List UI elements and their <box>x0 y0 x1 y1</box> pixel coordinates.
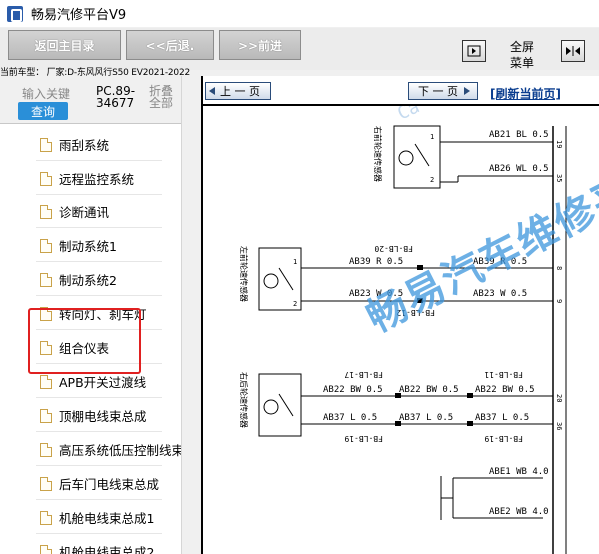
wire-label: AB22 BW 0.5 <box>323 385 383 395</box>
prev-page-button[interactable]: 上 一 页 <box>205 82 271 100</box>
sensor-3-label: 右后轮速传感器 <box>239 372 249 428</box>
list-item-label: 制动系统1 <box>59 239 117 254</box>
fold-line-2: 全部 <box>149 96 174 110</box>
diagram-viewer: 上 一 页 下 一 页 [刷新当前页] 右前轮速传感器 1 2 AB21 BL … <box>201 76 599 554</box>
prev-page-label: 上 一 页 <box>220 85 260 98</box>
wire-label: AB37 L 0.5 <box>399 413 453 423</box>
list-item[interactable]: 机舱电线束总成2 <box>0 535 181 554</box>
pc-code-line-2: 34677 <box>96 96 135 110</box>
connector-label: FB-LB-17 <box>344 370 383 379</box>
wire-label: AB22 BW 0.5 <box>475 385 535 395</box>
document-icon <box>40 171 52 186</box>
prev-arrow-icon <box>209 87 215 95</box>
back-button[interactable]: <<后退. <box>126 30 214 60</box>
sidebar-tab-row: 输入关键 查询 PC.89- 34677 折叠 全部 <box>0 76 181 124</box>
document-icon <box>40 476 52 491</box>
wire-label: ABE1 WB 4.0 <box>489 467 549 477</box>
pin-label: 19 <box>555 140 563 148</box>
fullscreen-label: 全屏 菜单 <box>504 39 540 71</box>
expand-arrows-icon <box>566 46 580 56</box>
document-icon <box>40 204 52 219</box>
watermark-small: Ca <box>394 106 423 125</box>
list-item[interactable]: 顶棚电线束总成 <box>0 399 181 432</box>
list-item-label: 机舱电线束总成1 <box>59 511 155 526</box>
fullscreen-text: 全屏 <box>509 40 534 54</box>
pin-label: 9 <box>555 299 563 303</box>
wire-label: AB37 L 0.5 <box>475 413 529 423</box>
list-item-label: 高压系统低压控制线束 <box>59 443 182 458</box>
pin-label: 36 <box>555 422 563 430</box>
list-item-label: 制动系统2 <box>59 273 117 288</box>
tab-pc-code[interactable]: PC.89- 34677 <box>96 85 135 109</box>
menu-text: 菜单 <box>509 56 534 70</box>
connector-label: FB-LB-19 <box>344 434 383 443</box>
window-title: 畅易汽修平台V9 <box>31 8 127 23</box>
list-item-label: 顶棚电线束总成 <box>59 409 147 424</box>
list-item[interactable]: 雨刮系统 <box>0 128 181 161</box>
forward-button[interactable]: >>前进 <box>219 30 301 60</box>
wire-label: AB22 BW 0.5 <box>399 385 459 395</box>
document-icon <box>40 272 52 287</box>
list-item[interactable]: 机舱电线束总成1 <box>0 501 181 534</box>
sensor-icon <box>263 273 279 289</box>
sensor-2-label: 左前轮速传感器 <box>239 246 249 302</box>
wire-label: ABE2 WB 4.0 <box>489 507 549 517</box>
document-icon <box>40 137 52 152</box>
sensor-icon <box>398 150 414 166</box>
wire-label: AB37 L 0.5 <box>323 413 377 423</box>
list-item-label: 雨刮系统 <box>59 138 110 153</box>
tab-keyword[interactable]: 输入关键 <box>22 85 70 102</box>
pin-label: 35 <box>555 174 563 182</box>
document-icon <box>40 544 52 554</box>
back-to-main-button[interactable]: 返回主目录 <box>8 30 121 60</box>
next-arrow-icon <box>464 87 470 95</box>
list-item-label: 远程监控系统 <box>59 172 135 187</box>
pin-label: 20 <box>555 394 563 402</box>
connector-label: FB-LB-11 <box>484 370 523 379</box>
list-item-label: 诊断通讯 <box>59 205 110 220</box>
list-item-label: 机舱电线束总成2 <box>59 545 155 554</box>
pin-label: 2 <box>293 300 297 308</box>
fold-all-button[interactable]: 折叠 全部 <box>149 85 173 109</box>
list-item[interactable]: 制动系统2 <box>0 263 181 296</box>
pin-label: 1 <box>430 133 434 141</box>
document-icon <box>40 510 52 525</box>
sensor-1-label: 右前轮速传感器 <box>373 126 383 182</box>
refresh-page-link[interactable]: [刷新当前页] <box>490 85 561 102</box>
document-icon <box>40 442 52 457</box>
document-icon <box>40 374 52 389</box>
pin-label: 1 <box>293 258 297 266</box>
list-item[interactable]: 远程监控系统 <box>0 162 181 195</box>
connector-label: FB-LB-20 <box>374 244 413 253</box>
list-item-label: APB开关过渡线 <box>59 375 147 390</box>
wire-label: AB21 BL 0.5 <box>489 130 549 140</box>
document-icon <box>40 238 52 253</box>
selection-highlight-box <box>28 308 141 374</box>
list-item[interactable]: 高压系统低压控制线束 <box>0 433 182 466</box>
wire-label: AB39 R 0.5 <box>349 257 403 267</box>
page-nav-bar: 上 一 页 下 一 页 [刷新当前页] <box>203 76 599 104</box>
next-page-button[interactable]: 下 一 页 <box>408 82 478 100</box>
list-item-label: 后车门电线束总成 <box>59 477 160 492</box>
fullscreen-button[interactable] <box>561 40 585 62</box>
panel-arrow-icon <box>467 45 481 57</box>
title-bar: 畅易汽修平台V9 <box>0 0 599 27</box>
toolbar: 返回主目录 <<后退. >>前进 全屏 菜单 <box>0 28 599 70</box>
query-button[interactable]: 查询 <box>18 102 68 120</box>
sensor-box-3 <box>258 373 302 437</box>
list-item[interactable]: 制动系统1 <box>0 229 181 262</box>
list-item[interactable]: 诊断通讯 <box>0 195 181 228</box>
list-item[interactable]: 后车门电线束总成 <box>0 467 181 500</box>
next-page-label: 下 一 页 <box>418 85 458 98</box>
sensor-icon <box>263 399 279 415</box>
connector-label: FB-LB-19 <box>484 434 523 443</box>
app-logo-icon <box>7 5 23 22</box>
pin-label: 8 <box>555 266 563 270</box>
document-icon <box>40 408 52 423</box>
wire-label: AB26 WL 0.5 <box>489 164 549 174</box>
collapse-panel-button[interactable] <box>462 40 486 62</box>
pin-label: 2 <box>430 176 434 184</box>
sidebar: 输入关键 查询 PC.89- 34677 折叠 全部 雨刮系统 远程监控系统 诊… <box>0 76 182 554</box>
